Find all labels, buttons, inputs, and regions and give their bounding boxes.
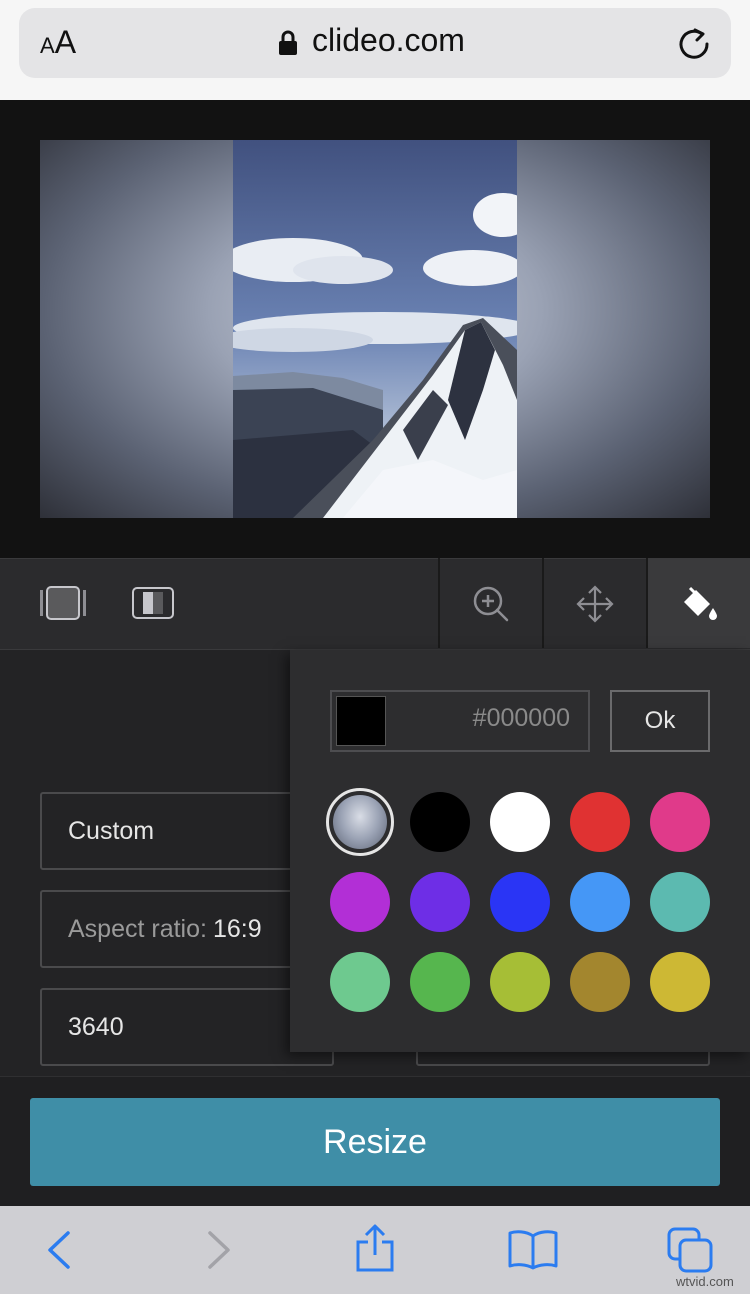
fit-icon[interactable] [40, 586, 86, 620]
color-swatch-blue[interactable] [490, 872, 550, 932]
color-swatch-white[interactable] [490, 792, 550, 852]
url-text[interactable]: clideo.com [312, 22, 465, 59]
share-icon[interactable] [354, 1224, 396, 1274]
width-value: 3640 [68, 1012, 124, 1041]
blur-swatch-fill [333, 795, 387, 849]
editor-toolbar [0, 558, 750, 650]
paint-bucket-icon[interactable] [680, 584, 720, 624]
bookmarks-icon[interactable] [508, 1228, 558, 1270]
color-swatch-olive[interactable] [570, 952, 630, 1012]
zoom-in-icon[interactable] [472, 585, 510, 623]
text-size-button[interactable]: AA [40, 24, 76, 61]
hex-color-value[interactable]: #000000 [390, 704, 570, 733]
toolbar-divider [438, 558, 440, 648]
color-swatch-black[interactable] [410, 792, 470, 852]
current-color-preview [336, 696, 386, 746]
fill-icon[interactable] [132, 587, 174, 619]
ok-button[interactable]: Ok [610, 690, 710, 752]
toolbar-divider [542, 558, 544, 648]
lock-icon [279, 30, 297, 55]
color-swatch-yellow[interactable] [650, 952, 710, 1012]
back-icon[interactable] [44, 1230, 74, 1270]
resize-button[interactable]: Resize [30, 1098, 720, 1186]
color-swatch-teal[interactable] [650, 872, 710, 932]
color-swatch-light-blue[interactable] [570, 872, 630, 932]
forward-icon [208, 1231, 230, 1269]
blur-background-swatch[interactable] [326, 788, 394, 856]
preset-value: Custom [68, 816, 155, 845]
reload-icon[interactable] [676, 26, 712, 62]
move-icon[interactable] [576, 585, 614, 623]
tabs-icon[interactable] [666, 1226, 714, 1274]
color-swatch-mint[interactable] [330, 952, 390, 1012]
aspect-ratio-value: 16:9 [212, 914, 262, 943]
color-swatch-pink[interactable] [650, 792, 710, 852]
watermark: wtvid.com [676, 1274, 734, 1289]
aspect-ratio-label: Aspect ratio: [68, 914, 207, 943]
color-swatch-magenta[interactable] [330, 872, 390, 932]
color-swatch-purple[interactable] [410, 872, 470, 932]
color-swatch-green[interactable] [410, 952, 470, 1012]
color-swatch-red[interactable] [570, 792, 630, 852]
color-swatch-lime[interactable] [490, 952, 550, 1012]
mountain-photo [233, 140, 517, 518]
